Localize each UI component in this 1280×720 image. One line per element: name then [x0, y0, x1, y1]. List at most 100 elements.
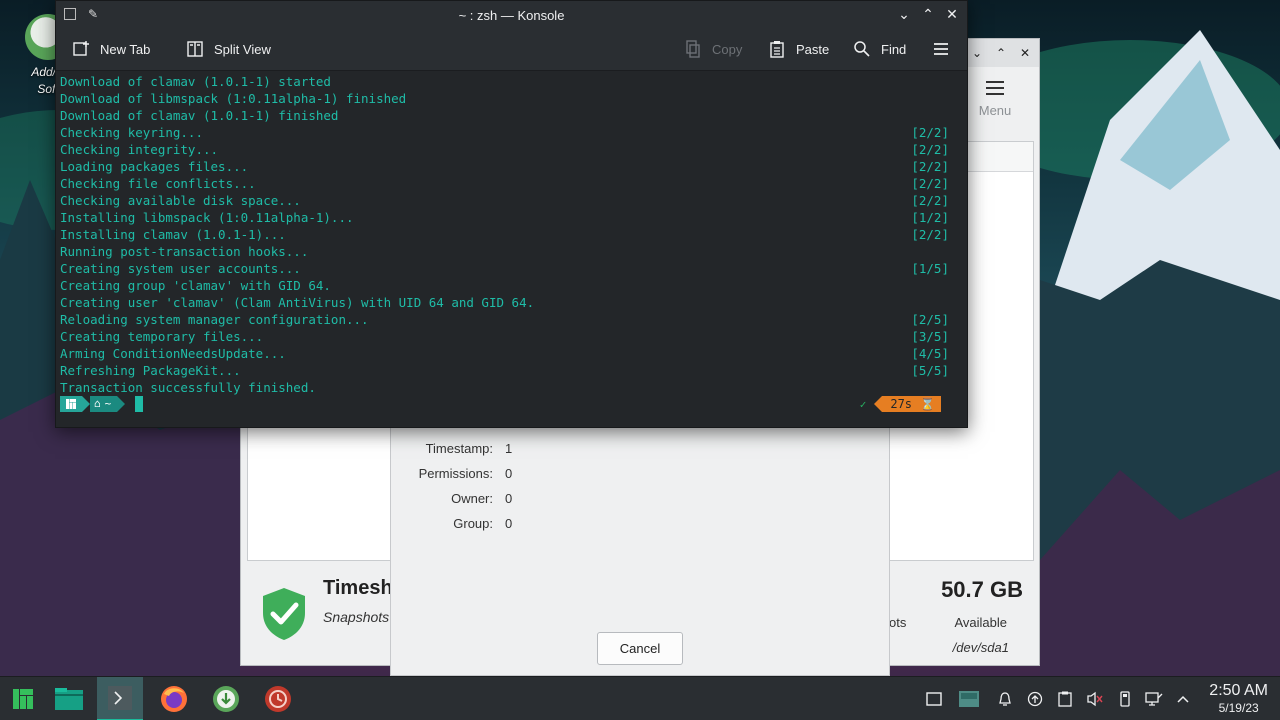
line-text: Refreshing PackageKit... [60, 363, 241, 378]
cancel-button[interactable]: Cancel [597, 632, 683, 665]
line-status: [1/2] [911, 210, 949, 225]
prop-value: 0 [505, 466, 513, 481]
terminal-line: Download of clamav (1.0.1-1) started [60, 73, 949, 90]
line-status: [2/2] [911, 142, 949, 157]
success-check-icon: ✓ [859, 397, 867, 411]
menu-button[interactable]: Menu [967, 81, 1023, 118]
terminal-icon [108, 686, 132, 710]
taskbar-software-manager[interactable] [203, 677, 249, 720]
prompt-cwd: ⌂ ~ [90, 396, 118, 412]
hamburger-icon [932, 40, 950, 58]
prop-value: 0 [505, 491, 513, 506]
new-tab-icon [72, 40, 90, 58]
firefox-icon [161, 686, 187, 712]
line-status: [2/2] [911, 227, 949, 242]
terminal-line: Checking integrity... [2/2] [60, 141, 949, 158]
maximize-icon[interactable]: ⌃ [921, 6, 935, 23]
prompt-separator [874, 396, 883, 412]
close-icon[interactable]: ✕ [945, 6, 959, 23]
line-status: [3/5] [911, 329, 949, 344]
line-text: Creating temporary files... [60, 329, 264, 344]
line-text: Checking file conflicts... [60, 176, 256, 191]
status-subtitle: Snapshots [323, 609, 390, 625]
status-title: Timesh [323, 577, 393, 599]
line-status: [1/5] [911, 261, 949, 276]
updates-icon[interactable] [1024, 688, 1046, 710]
volume-muted-icon[interactable] [1084, 688, 1106, 710]
copy-icon [684, 40, 702, 58]
folder-icon [55, 688, 83, 710]
chevron-up-icon[interactable] [1172, 688, 1194, 710]
show-desktop-icon[interactable] [923, 688, 945, 710]
application-launcher-button[interactable] [0, 677, 46, 720]
notifications-icon[interactable] [994, 688, 1016, 710]
terminal-line: Installing libmspack (1:0.11alpha-1)... [… [60, 209, 949, 226]
find-button[interactable]: Find [853, 40, 906, 58]
copy-button[interactable]: Copy [684, 40, 742, 58]
split-view-button[interactable]: Split View [186, 40, 271, 58]
konsole-window: ✎ ~ : zsh — Konsole ⌄ ⌃ ✕ New Tab Split … [55, 0, 968, 428]
elapsed-time: 27s ⌛ [882, 396, 941, 412]
pager-icon[interactable] [958, 688, 980, 710]
timeshift-icon [265, 686, 291, 712]
close-icon[interactable]: ✕ [1019, 47, 1031, 59]
prop-row-timestamp: Timestamp: 1 [391, 441, 891, 461]
line-text: Download of clamav (1.0.1-1) finished [60, 108, 339, 123]
hourglass-icon: ⌛ [920, 397, 935, 411]
line-text: Checking available disk space... [60, 193, 301, 208]
line-status: [4/5] [911, 346, 949, 361]
paste-label: Paste [796, 41, 830, 57]
elapsed-time-value: 27s [890, 397, 913, 411]
line-status: [2/5] [911, 312, 949, 327]
maximize-icon[interactable]: ⌃ [995, 47, 1007, 59]
line-text: Running post-transaction hooks... [60, 244, 309, 259]
copy-label: Copy [712, 41, 743, 57]
konsole-toolbar: New Tab Split View Copy Paste Find [56, 31, 967, 71]
konsole-titlebar: ✎ ~ : zsh — Konsole ⌄ ⌃ ✕ [56, 1, 967, 31]
clipboard-icon[interactable] [1054, 688, 1076, 710]
line-text: Checking keyring... [60, 125, 203, 140]
minimize-icon[interactable]: ⌄ [897, 6, 911, 23]
clock-date: 5/19/23 [1218, 701, 1259, 715]
window-title: ~ : zsh — Konsole [458, 8, 565, 23]
terminal-line: Installing clamav (1.0.1-1)... [2/2] [60, 226, 949, 243]
terminal-line: Reloading system manager configuration..… [60, 311, 949, 328]
hamburger-icon [986, 81, 1004, 95]
new-tab-button[interactable]: New Tab [72, 40, 150, 58]
line-text: Installing libmspack (1:0.11alpha-1)... [60, 210, 354, 225]
taskbar-file-manager[interactable] [46, 677, 92, 720]
terminal-line: Loading packages files... [2/2] [60, 158, 949, 175]
taskbar-timeshift[interactable] [255, 677, 301, 720]
prop-label: Owner: [451, 491, 493, 506]
line-text: Loading packages files... [60, 159, 249, 174]
line-status: [2/2] [911, 176, 949, 191]
prompt-path: ~ [104, 397, 112, 410]
network-icon[interactable] [1143, 688, 1165, 710]
paste-button[interactable]: Paste [768, 40, 829, 58]
usb-device-icon[interactable] [1114, 688, 1136, 710]
taskbar-konsole[interactable] [97, 677, 143, 720]
terminal-line: Download of clamav (1.0.1-1) finished [60, 107, 949, 124]
taskbar-firefox[interactable] [151, 677, 197, 720]
prop-row-owner: Owner: 0 [391, 491, 891, 511]
split-view-label: Split View [214, 41, 271, 57]
terminal-line: Arming ConditionNeedsUpdate... [4/5] [60, 345, 949, 362]
line-status: [2/2] [911, 125, 949, 140]
prop-value: 1 [505, 441, 513, 456]
terminal-output[interactable]: Download of clamav (1.0.1-1) started Dow… [56, 71, 967, 427]
line-text: Arming ConditionNeedsUpdate... [60, 346, 286, 361]
line-status: [5/5] [911, 363, 949, 378]
text-cursor [135, 396, 144, 412]
line-status: [2/2] [911, 193, 949, 208]
digital-clock[interactable]: 2:50 AM 5/19/23 [1209, 681, 1268, 715]
line-text: Installing clamav (1.0.1-1)... [60, 227, 286, 242]
prop-row-group: Group: 0 [391, 516, 891, 536]
split-view-icon [186, 40, 204, 58]
paste-icon [768, 40, 786, 58]
right-prompt: ✓ 27s ⌛ [860, 396, 941, 412]
hamburger-menu-button[interactable] [932, 40, 950, 58]
minimize-icon[interactable]: ⌄ [971, 47, 983, 59]
shield-check-icon [263, 588, 305, 640]
terminal-line: Checking file conflicts... [2/2] [60, 175, 949, 192]
available-size: 50.7 GB [941, 577, 1023, 602]
